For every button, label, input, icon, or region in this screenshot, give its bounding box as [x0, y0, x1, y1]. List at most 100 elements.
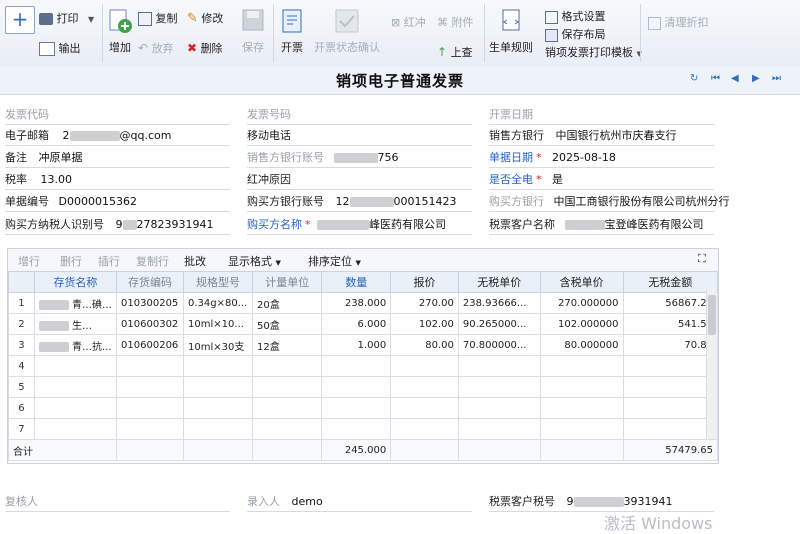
cell[interactable]: 102.00 [390, 313, 459, 335]
cell[interactable]: 80.000000 [539, 334, 624, 356]
buyer-bank-field[interactable]: 购买方银行 中国工商银行股份有限公司杭州分行 [489, 193, 730, 211]
cell[interactable]: 50盒 [251, 313, 323, 335]
col-header[interactable]: 计量单位 [251, 271, 323, 293]
table-row[interactable]: 6 [8, 397, 718, 419]
delete-row-button[interactable]: 删行 [60, 253, 82, 269]
cell[interactable]: 70.80 [622, 334, 718, 356]
table-row[interactable]: 3 青…抗... 010600206 10ml×30支 12盒 1.000 80… [8, 334, 718, 356]
cell[interactable]: 010300205 [116, 292, 185, 314]
issue-date-field[interactable]: 开票日期 [489, 106, 533, 124]
cell[interactable]: 10ml×30支 [183, 334, 253, 356]
col-header[interactable]: 无税金额 [622, 271, 718, 293]
cell[interactable]: 541.59 [622, 313, 718, 335]
last-record-icon[interactable]: ⏭ [772, 73, 781, 84]
customer-name-field[interactable]: 税票客户名称 宝登峰医药有限公司 [489, 216, 704, 234]
entered-by-field[interactable]: 录入人 demo [247, 493, 323, 511]
buyer-account-field[interactable]: 购买方银行账号 12 000151423 [247, 193, 457, 211]
table-row[interactable]: 5 [8, 376, 718, 398]
table-row[interactable]: 4 [8, 355, 718, 377]
remark-field[interactable]: 备注 冲原单据 [5, 149, 83, 167]
reviewer-field[interactable]: 复核人 [5, 493, 38, 511]
table-row[interactable]: 2 生… 010600302 10ml×10... 50盒 6.000 102.… [8, 313, 718, 335]
invoice-number-field[interactable]: 发票号码 [247, 106, 291, 124]
save-layout-button[interactable]: 保存布局 [545, 26, 606, 42]
seller-account-field[interactable]: 销售方银行账号 756 [247, 149, 399, 167]
attach-button[interactable]: ⌘ 附件 [437, 14, 474, 30]
add-row-button[interactable]: 增行 [18, 253, 40, 269]
copy-icon [138, 12, 152, 26]
buyer-taxid-field[interactable]: 购买方纳税人识别号 9 27823931941 [5, 216, 213, 234]
issue-button[interactable]: 开票 [278, 8, 306, 55]
cell[interactable]: 90.265000... [457, 313, 541, 335]
cell[interactable]: 0.34g×80... [183, 292, 253, 314]
first-record-icon[interactable]: ⏮ [711, 73, 720, 84]
issue-confirm-button[interactable]: 开票状态确认 [314, 8, 380, 55]
col-header[interactable]: 存货编码 [116, 271, 185, 293]
table-row[interactable]: 1 青…碘… 010300205 0.34g×80... 20盒 238.000… [8, 292, 718, 314]
col-header[interactable]: 存货名称 [33, 271, 118, 293]
cell[interactable]: 10ml×10... [183, 313, 253, 335]
red-button[interactable]: ⊠ 红冲 [391, 14, 426, 30]
grid-expand-icon[interactable]: ⛶ [698, 252, 706, 266]
discard-button[interactable]: ↶ 放弃 [138, 40, 174, 56]
vertical-scrollbar[interactable] [706, 289, 717, 439]
cell[interactable]: 010600302 [116, 313, 185, 335]
add-button[interactable]: 增加 [106, 8, 134, 55]
customer-taxid-field[interactable]: 税票客户税号 9 3931941 [489, 493, 673, 511]
gen-rule-button[interactable]: 生单规则 [488, 8, 534, 55]
mobile-field[interactable]: 移动电话 [247, 127, 291, 145]
copy-button[interactable]: 复制 [138, 10, 178, 26]
cell[interactable]: 56867.26 [622, 292, 718, 314]
sort-locate-dropdown[interactable]: 排序定位 ▼ [308, 253, 361, 269]
doc-date-field[interactable]: 单据日期 * 2025-08-18 [489, 149, 616, 167]
prev-query-button[interactable]: ↑ 上查 [437, 44, 473, 60]
next-record-icon[interactable]: ▶ [752, 73, 760, 84]
cell[interactable]: 270.000000 [539, 292, 624, 314]
seller-bank-field[interactable]: 销售方银行 中国银行杭州市庆春支行 [489, 127, 677, 145]
template-dropdown[interactable]: 销项发票打印模板 ▼ [545, 44, 642, 60]
scroll-thumb[interactable] [708, 295, 716, 335]
cell[interactable]: 270.00 [390, 292, 459, 314]
edit-button[interactable]: ✎ 修改 [187, 10, 223, 26]
cell[interactable]: 238.93666... [457, 292, 541, 314]
up-arrow-icon: ↑ [437, 45, 448, 59]
col-header[interactable]: 规格型号 [183, 271, 253, 293]
refresh-icon[interactable]: ↻ [690, 73, 698, 84]
col-header[interactable]: 含税单价 [539, 271, 624, 293]
delete-button[interactable]: ✖ 删除 [187, 40, 223, 56]
email-field[interactable]: 电子邮箱 2 @qq.com [5, 127, 171, 145]
insert-row-button[interactable]: 插行 [98, 253, 120, 269]
clear-discount-button[interactable]: 清理折扣 [648, 14, 709, 30]
save-button[interactable]: 保存 [239, 8, 267, 55]
cell[interactable]: 010600206 [116, 334, 185, 356]
cell[interactable]: 1.000 [321, 334, 392, 356]
cell[interactable]: 20盒 [251, 292, 323, 314]
cell[interactable]: 80.00 [390, 334, 459, 356]
table-row[interactable]: 7 [8, 418, 718, 440]
col-header[interactable]: 报价 [390, 271, 459, 293]
batch-edit-button[interactable]: 批改 [184, 253, 206, 269]
red-reason-field[interactable]: 红冲原因 [247, 171, 291, 189]
add-new-button[interactable]: + [5, 6, 35, 34]
display-format-dropdown[interactable]: 显示格式 ▼ [228, 253, 281, 269]
output-button[interactable]: 输出 [39, 40, 81, 56]
prev-record-icon[interactable]: ◀ [731, 73, 739, 84]
tax-rate-field[interactable]: 税率 13.00 [5, 171, 72, 189]
cell[interactable]: 70.800000... [457, 334, 541, 356]
buyer-name-field[interactable]: 购买方名称 * 峰医药有限公司 [247, 216, 446, 234]
col-header[interactable]: 无税单价 [457, 271, 541, 293]
copy-row-button[interactable]: 复制行 [136, 253, 169, 269]
cell[interactable]: 生… [33, 313, 118, 335]
cell[interactable]: 102.000000 [539, 313, 624, 335]
print-button[interactable]: 打印 ▼ [39, 10, 94, 26]
format-settings-button[interactable]: 格式设置 [545, 8, 606, 24]
full-digital-field[interactable]: 是否全电 * 是 [489, 171, 563, 189]
cell[interactable]: 青…碘… [33, 292, 118, 314]
cell[interactable]: 238.000 [321, 292, 392, 314]
cell[interactable]: 青…抗... [33, 334, 118, 356]
cell[interactable]: 12盒 [251, 334, 323, 356]
doc-number-field[interactable]: 单据编号 D0000015362 [5, 193, 137, 211]
invoice-code-field[interactable]: 发票代码 [5, 106, 49, 124]
col-header[interactable]: 数量 [321, 271, 392, 293]
cell[interactable]: 6.000 [321, 313, 392, 335]
